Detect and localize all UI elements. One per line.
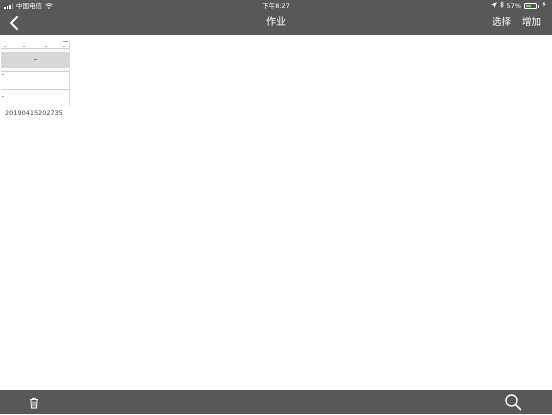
thumbnail-rule [1, 48, 69, 49]
nav-actions: 选择 增加 [492, 12, 541, 34]
document-item[interactable]: 20190415202735 [1, 40, 70, 117]
thumbnail-rule [1, 71, 69, 72]
thumbnail-mark [63, 46, 65, 47]
select-button[interactable]: 选择 [492, 12, 511, 34]
top-bar: 中国电信 下午8:27 57% 作业 选择 增加 [0, 0, 552, 35]
search-icon [505, 394, 522, 411]
page-title: 作业 [266, 17, 286, 28]
bottom-toolbar [0, 390, 552, 414]
thumbnail-mark [4, 46, 6, 47]
location-icon [490, 0, 497, 12]
thumbnail-mark [45, 46, 47, 47]
battery-icon [524, 3, 537, 9]
battery-tip [538, 4, 539, 8]
status-time: 下午8:27 [262, 2, 290, 10]
navigation-bar: 作业 选择 增加 [0, 12, 552, 34]
thumbnail-rule [1, 89, 69, 90]
trash-icon [30, 397, 38, 409]
thumbnail-mark [2, 74, 4, 75]
thumbnail-mark [2, 96, 4, 97]
document-grid: 20190415202735 [0, 35, 552, 390]
thumbnail-header-block [1, 52, 69, 68]
search-button[interactable] [504, 393, 522, 411]
status-bar: 中国电信 下午8:27 57% [0, 0, 552, 12]
document-name: 20190415202735 [5, 109, 63, 117]
document-thumbnail [1, 40, 70, 106]
thumbnail-mark [63, 41, 68, 42]
add-button[interactable]: 增加 [522, 12, 541, 34]
thumbnail-mark [34, 59, 37, 60]
charging-icon [542, 0, 546, 12]
delete-button[interactable] [27, 395, 41, 409]
bluetooth-icon [499, 0, 504, 12]
battery-level-fill [526, 5, 532, 7]
thumbnail-mark [23, 46, 25, 47]
status-right: 57% [490, 0, 546, 12]
battery-percent: 57% [506, 2, 521, 10]
